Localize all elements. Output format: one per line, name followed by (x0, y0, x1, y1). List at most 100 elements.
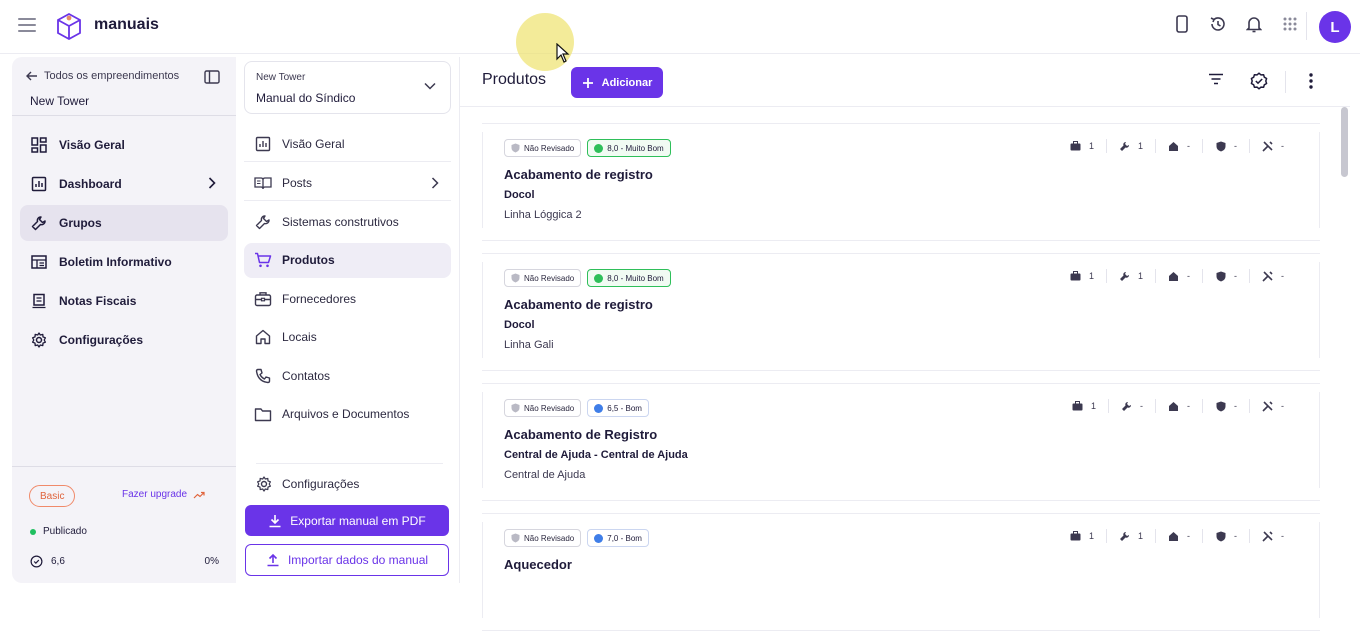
wrench-icon (30, 214, 48, 232)
tools-icon (1262, 270, 1273, 282)
sidebar-item-visao-geral[interactable]: Visão Geral (20, 127, 228, 163)
product-title: Aquecedor (504, 557, 572, 572)
tools-icon (1262, 140, 1273, 152)
stat-value: - (1187, 531, 1190, 541)
stat-locations: - (1155, 529, 1202, 543)
sidebar-item-notas-fiscais[interactable]: Notas Fiscais (20, 283, 228, 319)
phone-device-icon[interactable] (1172, 14, 1192, 34)
product-card[interactable]: Não Revisado 8,0 - Muito Bom Acabamento … (482, 123, 1320, 241)
product-card[interactable]: Não Revisado 8,0 - Muito Bom Acabamento … (482, 253, 1320, 371)
folder-icon (254, 405, 272, 423)
manual-item-locais[interactable]: Locais (244, 320, 451, 355)
newspaper-icon (30, 253, 48, 271)
upgrade-link[interactable]: Fazer upgrade (122, 489, 205, 500)
trending-up-icon (193, 491, 205, 498)
manual-item-visao-geral[interactable]: Visão Geral (244, 127, 451, 162)
manual-item-produtos[interactable]: Produtos (244, 242, 451, 278)
product-card[interactable]: Não Revisado 6,5 - Bom Acabamento de Reg… (482, 383, 1320, 501)
menu-icon[interactable] (18, 18, 36, 32)
check-circle-icon (594, 533, 604, 543)
filter-icon[interactable] (1208, 72, 1224, 86)
product-title: Acabamento de registro (504, 297, 653, 312)
rating-label: 8,0 - Muito Bom (607, 273, 664, 283)
product-line: Central de Ajuda (504, 469, 586, 481)
history-icon[interactable] (1208, 14, 1228, 34)
manual-item-label: Posts (282, 175, 313, 190)
grid-icon (30, 136, 48, 154)
product-badges: Não Revisado 7,0 - Bom (504, 529, 649, 547)
stat-warranty: - (1202, 139, 1249, 153)
back-link[interactable]: Todos os empreendimentos (26, 70, 179, 82)
add-product-button[interactable]: Adicionar (571, 67, 663, 98)
rating-badge: 6,5 - Bom (587, 399, 649, 417)
avatar[interactable]: L (1319, 11, 1351, 43)
stat-suppliers: 1 (1058, 529, 1106, 543)
manual-item-arquivos[interactable]: Arquivos e Documentos (244, 397, 451, 432)
product-stats: 1 1 - - - (1058, 269, 1296, 283)
product-brand: Docol (504, 319, 535, 331)
chevron-right-icon (208, 177, 216, 189)
check-circle-icon (594, 143, 604, 153)
stat-value: - (1187, 401, 1190, 411)
stat-value: - (1140, 401, 1143, 411)
product-brand: Central de Ajuda - Central de Ajuda (504, 449, 688, 461)
stat-value: 1 (1088, 141, 1094, 151)
manual-item-contatos[interactable]: Contatos (244, 358, 451, 393)
page-title: Produtos (482, 71, 547, 88)
review-badge: Não Revisado (504, 139, 582, 157)
tools-icon (1262, 530, 1273, 542)
stat-systems: 1 (1105, 529, 1155, 543)
download-icon (269, 514, 281, 527)
rating-badge: 8,0 - Muito Bom (587, 269, 671, 287)
product-card[interactable]: Não Revisado 7,0 - Bom Aquecedor 1 1 - -… (482, 513, 1320, 631)
gear-icon (257, 476, 271, 492)
stat-value: - (1234, 141, 1237, 151)
manual-project: New Tower (256, 72, 306, 83)
shield-icon (1215, 141, 1226, 152)
sidebar-item-grupos[interactable]: Grupos (20, 205, 228, 241)
project-sidebar: Todos os empreendimentos New Tower Visão… (12, 57, 236, 583)
product-stats: 1 - - - - (1060, 399, 1296, 413)
product-list: Não Revisado 8,0 - Muito Bom Acabamento … (482, 123, 1320, 643)
manual-item-sistemas[interactable]: Sistemas construtivos (244, 204, 451, 239)
stat-value: - (1234, 531, 1237, 541)
stat-systems: 1 (1105, 139, 1155, 153)
apps-grid-icon[interactable] (1280, 14, 1300, 34)
manual-name: Manual do Síndico (256, 91, 356, 105)
stat-suppliers: 1 (1058, 269, 1106, 283)
more-vertical-icon[interactable] (1308, 72, 1314, 90)
divider (12, 115, 236, 116)
sidebar-item-label: Notas Fiscais (59, 294, 137, 308)
manual-item-posts[interactable]: Posts (244, 166, 451, 201)
sidebar-item-dashboard[interactable]: Dashboard (20, 166, 228, 202)
chevron-right-icon (431, 176, 439, 189)
import-data-button[interactable]: Importar dados do manual (245, 544, 449, 576)
product-title: Acabamento de registro (504, 167, 653, 182)
brand-name: manuais (94, 16, 159, 33)
scrollbar[interactable] (1341, 107, 1348, 177)
rating-label: 7,0 - Bom (607, 533, 642, 543)
stat-maintenance: - (1249, 139, 1296, 153)
review-label: Não Revisado (524, 533, 575, 543)
sidebar-item-boletim[interactable]: Boletim Informativo (20, 244, 228, 280)
project-name: New Tower (30, 94, 90, 108)
sidebar-item-configuracoes[interactable]: Configurações (20, 322, 228, 358)
briefcase-icon (1070, 271, 1081, 282)
top-icons (1172, 14, 1300, 34)
manual-settings-link[interactable]: Configurações (256, 476, 359, 492)
export-pdf-button[interactable]: Exportar manual em PDF (245, 505, 449, 536)
bell-icon[interactable] (1244, 14, 1264, 34)
cart-icon (254, 251, 272, 269)
manual-selector[interactable]: New Tower Manual do Síndico (244, 61, 451, 114)
plan-badge: Basic (29, 485, 76, 507)
rating-badge: 7,0 - Bom (587, 529, 649, 547)
product-badges: Não Revisado 6,5 - Bom (504, 399, 649, 417)
verified-icon[interactable] (1249, 71, 1269, 91)
top-separator (1306, 12, 1307, 40)
progress-value: 0% (204, 556, 219, 567)
wrench-icon (254, 213, 272, 231)
manual-item-fornecedores[interactable]: Fornecedores (244, 281, 451, 316)
book-icon (254, 174, 272, 192)
stat-maintenance: - (1249, 529, 1296, 543)
sidebar-collapse-icon[interactable] (204, 70, 220, 84)
